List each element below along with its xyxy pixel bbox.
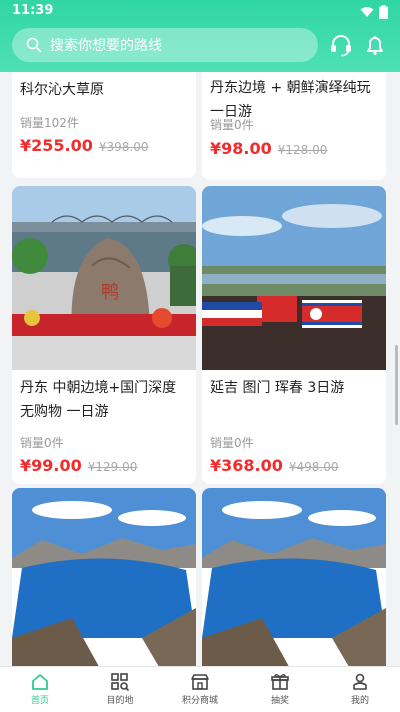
product-price: ¥98.00 [210,139,272,158]
product-card[interactable]: 延吉 图门 珲春 3日游 销量0件 ¥368.00 ¥498.00 [202,186,386,484]
search-input[interactable]: 搜索你想要的路线 [12,28,318,62]
product-title: 科尔沁大草原 [20,82,104,98]
tab-lottery[interactable]: 抽奖 [240,667,320,712]
product-card[interactable] [12,488,196,666]
product-card[interactable]: 鸭 丹东 中朝边境+国门深度无购物 一日游 销量0件 ¥99.00 ¥129.0… [12,186,196,484]
product-original-price: ¥129.00 [87,460,138,474]
tab-label: 首页 [30,696,49,706]
status-bar: 11:39 [0,0,400,24]
search-placeholder: 搜索你想要的路线 [50,38,162,54]
scrollbar[interactable] [395,345,398,425]
price-row: ¥368.00 ¥498.00 [210,456,339,475]
tab-destination[interactable]: 目的地 [80,667,160,712]
product-card[interactable]: 科尔沁大草原 销量102件 ¥255.00 ¥398.00 [12,72,196,178]
product-sales: 销量0件 [20,436,64,450]
status-icons [360,5,388,19]
product-sales: 销量0件 [210,118,254,132]
product-title: 丹东 中朝边境+国门深度无购物 一日游 [20,380,177,420]
status-time: 11:39 [12,3,54,18]
wifi-icon [360,7,374,17]
product-sales: 销量0件 [210,436,254,450]
product-sales: 销量102件 [20,116,79,130]
mountain-lake-photo [202,488,386,666]
product-card[interactable] [202,488,386,666]
store-icon [191,674,209,690]
tab-label: 我的 [350,696,369,706]
price-row: ¥99.00 ¥129.00 [20,456,137,475]
bottom-tab-bar: 首页 目的地 积分商城 抽奖 我的 [0,666,400,712]
bell-icon[interactable] [362,32,388,58]
home-icon [32,674,48,690]
product-price: ¥368.00 [210,456,283,475]
grid-search-icon [111,673,130,692]
headset-icon[interactable] [328,32,354,58]
tab-label: 目的地 [106,696,134,706]
price-row: ¥255.00 ¥398.00 [20,136,149,155]
product-title: 延吉 图门 珲春 3日游 [210,380,345,396]
product-original-price: ¥498.00 [288,460,339,474]
user-icon [353,673,367,690]
tab-label: 积分商城 [181,696,218,706]
tab-points-mall[interactable]: 积分商城 [160,667,240,712]
product-card[interactable]: 丹东边境 + 朝鲜演绎纯玩一日游 销量0件 ¥98.00 ¥128.00 [202,72,386,180]
border-river-flags-photo [202,186,386,370]
header: 11:39 搜索你想要的路线 [0,0,400,72]
gift-icon [271,674,289,690]
svg-text:鸭: 鸭 [101,282,119,303]
mountain-lake-photo [12,488,196,666]
battery-icon [379,5,388,19]
tab-label: 抽奖 [270,696,289,706]
tab-mine[interactable]: 我的 [320,667,400,712]
price-row: ¥98.00 ¥128.00 [210,139,327,158]
product-original-price: ¥398.00 [98,140,149,154]
product-grid: 科尔沁大草原 销量102件 ¥255.00 ¥398.00 丹东边境 + 朝鲜演… [0,72,400,666]
search-icon [26,37,42,53]
border-stone-photo: 鸭 [12,186,196,370]
product-original-price: ¥128.00 [277,143,328,157]
tab-home[interactable]: 首页 [0,667,80,712]
product-price: ¥99.00 [20,456,82,475]
product-price: ¥255.00 [20,136,93,155]
